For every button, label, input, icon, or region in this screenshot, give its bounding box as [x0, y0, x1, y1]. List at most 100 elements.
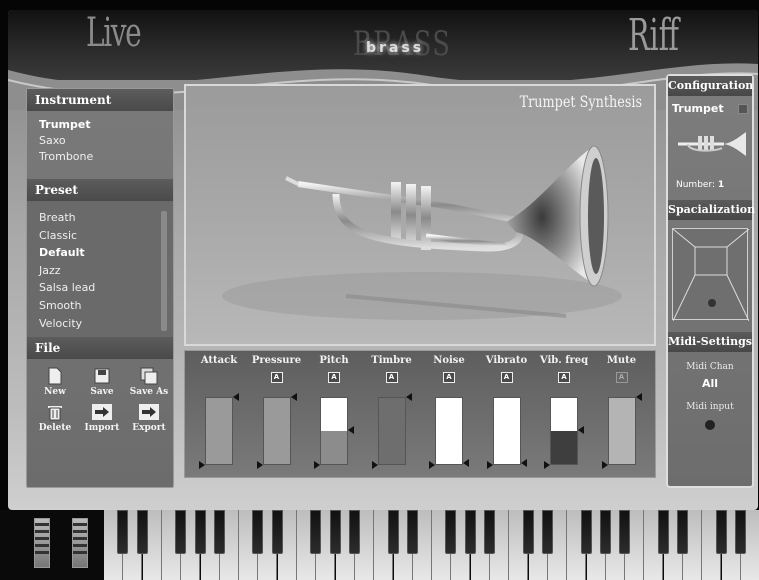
slider-min-handle-icon[interactable]	[199, 461, 205, 469]
param-vib-freq: Vib. freq A	[536, 351, 592, 477]
param-label: Timbre	[371, 355, 412, 366]
spacialization-pad[interactable]	[672, 228, 750, 322]
preset-item[interactable]: Smooth	[39, 297, 173, 315]
black-key[interactable]	[464, 510, 476, 554]
config-instrument[interactable]: Trumpet	[672, 102, 724, 115]
slider-min-handle-icon[interactable]	[429, 461, 435, 469]
black-key[interactable]	[406, 510, 418, 554]
instrument-item[interactable]: Saxo	[39, 133, 173, 149]
slider-max-handle-icon[interactable]	[463, 459, 469, 467]
preset-item[interactable]: Breath	[39, 209, 173, 227]
param-slider[interactable]	[377, 397, 406, 465]
trumpet-display: Trumpet Synthesis	[184, 84, 656, 346]
midi-chan-value[interactable]: All	[668, 377, 752, 390]
param-slider[interactable]	[607, 397, 636, 465]
slider-min-handle-icon[interactable]	[371, 461, 378, 469]
black-key[interactable]	[117, 510, 129, 554]
black-key[interactable]	[252, 510, 264, 554]
black-key[interactable]	[213, 510, 225, 554]
trumpet-thumbnail-icon	[678, 132, 746, 156]
preset-item[interactable]: Classic	[39, 227, 173, 245]
slider-max-handle-icon[interactable]	[290, 393, 297, 401]
black-key[interactable]	[715, 510, 727, 554]
preset-item[interactable]: Velocity	[39, 315, 173, 333]
slider-min-handle-icon[interactable]	[544, 461, 550, 469]
export-button[interactable]: Export	[127, 403, 171, 433]
delete-button[interactable]: Delete	[33, 403, 77, 433]
black-key[interactable]	[445, 510, 457, 554]
black-key[interactable]	[619, 510, 631, 554]
save-button[interactable]: Save	[80, 367, 124, 397]
black-key[interactable]	[657, 510, 669, 554]
preset-scrollbar[interactable]	[161, 211, 167, 331]
slider-min-handle-icon[interactable]	[486, 461, 493, 469]
midi-input-indicator-icon	[705, 420, 715, 430]
param-slider[interactable]	[492, 397, 521, 465]
parameter-panel: Attack Pressure A Pitch A Timbre A Noise A Vibrat…	[184, 350, 656, 478]
midi-settings: Midi Chan All Midi input	[668, 352, 752, 430]
black-key[interactable]	[734, 510, 746, 554]
black-key[interactable]	[348, 510, 360, 554]
param-slider[interactable]	[320, 397, 348, 465]
param-slider[interactable]	[550, 397, 578, 465]
slider-min-handle-icon[interactable]	[601, 461, 608, 469]
piano-keyboard	[0, 510, 759, 580]
black-key[interactable]	[599, 510, 611, 554]
config-dropdown-icon[interactable]	[738, 104, 748, 114]
preset-title: Preset	[27, 179, 173, 201]
auto-toggle-button[interactable]: A	[385, 372, 398, 383]
slider-max-handle-icon[interactable]	[578, 426, 584, 434]
auto-toggle-button[interactable]: A	[500, 372, 513, 383]
midi-title: Midi-Settings	[668, 332, 752, 352]
slider-max-handle-icon[interactable]	[520, 459, 527, 467]
file-button-label: New	[44, 387, 66, 397]
slider-max-handle-icon[interactable]	[348, 426, 354, 434]
param-slider[interactable]	[435, 397, 463, 465]
black-key[interactable]	[136, 510, 148, 554]
floppy-disk-icon	[91, 367, 113, 385]
auto-toggle-button[interactable]: A	[443, 372, 455, 383]
instrument-item[interactable]: Trumpet	[39, 117, 173, 133]
auto-toggle-button[interactable]: A	[558, 372, 570, 383]
left-panel: Instrument Trumpet Saxo Trombone Preset Br…	[26, 88, 174, 488]
preset-item[interactable]: Jazz	[39, 262, 173, 280]
new-button[interactable]: New	[33, 367, 77, 397]
pitch-bend-slider[interactable]	[34, 518, 50, 568]
slider-min-handle-icon[interactable]	[314, 461, 320, 469]
black-key[interactable]	[271, 510, 283, 554]
auto-toggle-button[interactable]: A	[615, 372, 628, 383]
black-key[interactable]	[310, 510, 322, 554]
floppy-multi-icon	[138, 367, 160, 385]
slider-max-handle-icon[interactable]	[233, 393, 239, 401]
modulation-slider[interactable]	[72, 518, 88, 568]
preset-item[interactable]: Salsa lead	[39, 279, 173, 297]
import-button[interactable]: Import	[80, 403, 124, 433]
slider-max-handle-icon[interactable]	[405, 393, 412, 401]
auto-toggle-button[interactable]: A	[328, 372, 340, 383]
save-as-button[interactable]: Save As	[127, 367, 171, 397]
black-key[interactable]	[484, 510, 495, 554]
param-slider-fill	[206, 398, 232, 464]
black-key[interactable]	[329, 510, 341, 554]
configuration-box: Trumpet Number: 1	[668, 96, 752, 200]
black-key[interactable]	[194, 510, 206, 554]
black-key[interactable]	[175, 510, 187, 554]
config-number-value[interactable]: 1	[718, 180, 724, 190]
preset-item[interactable]: Default	[39, 244, 173, 262]
black-key[interactable]	[580, 510, 592, 554]
black-key[interactable]	[522, 510, 534, 554]
black-key[interactable]	[387, 510, 399, 554]
black-key[interactable]	[677, 510, 688, 554]
instrument-item[interactable]: Trombone	[39, 149, 173, 165]
trash-icon	[44, 403, 66, 421]
auto-toggle-button[interactable]: A	[270, 372, 283, 383]
param-slider[interactable]	[262, 397, 291, 465]
param-slider[interactable]	[205, 397, 233, 465]
param-label: Pressure	[251, 355, 302, 366]
slider-max-handle-icon[interactable]	[635, 393, 642, 401]
preset-list: Breath Classic Default Jazz Salsa lead Smooth…	[27, 201, 173, 337]
slider-min-handle-icon[interactable]	[256, 461, 263, 469]
black-key[interactable]	[541, 510, 553, 554]
source-position-handle[interactable]	[708, 299, 716, 307]
param-label: Vib. freq	[539, 355, 589, 366]
